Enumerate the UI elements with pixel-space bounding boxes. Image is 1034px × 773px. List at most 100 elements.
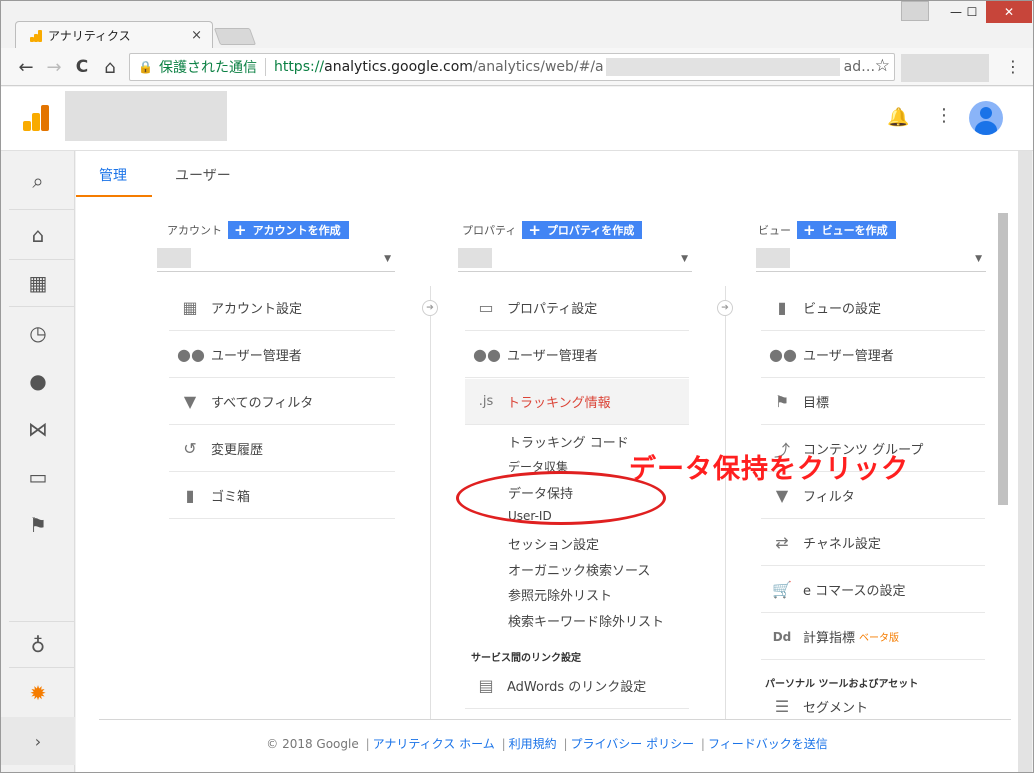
footer-link-analytics-home[interactable]: アナリティクス ホーム <box>373 737 495 751</box>
reload-icon[interactable]: C <box>71 56 93 78</box>
tab-admin[interactable]: 管理 <box>99 165 127 185</box>
tab-close-icon[interactable]: × <box>191 28 202 43</box>
browser-menu-icon[interactable]: ⋮ <box>1005 57 1021 76</box>
audience-person-icon[interactable]: ● <box>1 359 75 403</box>
tracking-subitem-4[interactable]: セッション設定 <box>508 534 599 553</box>
view-item-2-label: 目標 <box>803 396 830 411</box>
link-item-0[interactable]: ▤ AdWords のリンク設定 <box>465 663 689 709</box>
nav-divider <box>9 306 75 307</box>
home-icon[interactable]: ⌂ <box>99 56 121 78</box>
analytics-logo-icon[interactable] <box>23 105 49 131</box>
view-item-segments[interactable]: ☰ セグメント <box>761 691 985 721</box>
view-item-7[interactable]: Dd 計算指標 ベータ版 <box>761 614 985 660</box>
account-item-3[interactable]: ↺ 変更履歴 <box>169 426 395 472</box>
tab-users[interactable]: ユーザー <box>175 165 231 185</box>
maximize-button[interactable]: ☐ <box>955 1 989 23</box>
search-icon[interactable]: ⌕ <box>1 159 75 203</box>
acquisition-icon[interactable]: ⋈ <box>1 407 75 451</box>
nav-divider <box>9 209 75 210</box>
scrollbar-thumb[interactable] <box>998 213 1008 505</box>
create-property-button[interactable]: + プロパティを作成 <box>522 221 643 239</box>
create-account-button[interactable]: + アカウントを作成 <box>228 221 349 239</box>
tracking-subitem-5[interactable]: オーガニック検索ソース <box>508 560 650 579</box>
view-item-6-icon: 🛒 <box>772 580 792 599</box>
scrollbar-track[interactable] <box>1018 151 1032 772</box>
admin-gear-icon[interactable]: ✹ <box>1 671 75 715</box>
footer-link-privacy[interactable]: プライバシー ポリシー <box>571 737 695 751</box>
url-tail: ad… <box>843 59 876 75</box>
footer-divider <box>99 719 1011 720</box>
view-item-4-label: フィルタ <box>803 490 855 505</box>
property-item-1[interactable]: ●● ユーザー管理者 <box>465 332 689 378</box>
notifications-bell-icon[interactable]: 🔔 <box>887 107 909 128</box>
footer: © 2018 Google | アナリティクス ホーム | 利用規約 | プライバシー… <box>266 737 828 751</box>
view-picker[interactable]: ▼ <box>756 248 986 272</box>
tracking-subitem-7[interactable]: 検索キーワード除外リスト <box>508 611 664 630</box>
tracking-subitem-6[interactable]: 参照元除外リスト <box>508 585 612 604</box>
address-bar[interactable]: 🔒 保護された通信 https:// analytics.google.com … <box>129 53 895 81</box>
conversions-flag-icon[interactable]: ⚑ <box>1 503 75 547</box>
avatar[interactable] <box>969 101 1003 135</box>
account-item-1-icon: ●● <box>177 345 205 364</box>
account-item-4-label: ゴミ箱 <box>211 490 251 505</box>
active-tab-underline <box>76 195 152 197</box>
account-item-2[interactable]: ▼ すべてのフィルタ <box>169 379 395 425</box>
nav-divider <box>9 667 75 668</box>
expand-nav-icon[interactable]: › <box>1 717 75 765</box>
account-item-1-label: ユーザー管理者 <box>211 349 302 364</box>
discover-lightbulb-icon[interactable]: ♁ <box>1 623 75 667</box>
chevron-down-icon: ▼ <box>384 254 391 264</box>
admin-tabs: 管理 ユーザー <box>76 151 1018 197</box>
view-item-7-icon: Dd <box>772 629 792 644</box>
property-item-1-label: ユーザー管理者 <box>507 349 598 364</box>
account-selector[interactable] <box>65 91 227 141</box>
realtime-clock-icon[interactable]: ◷ <box>1 311 75 355</box>
view-item-1[interactable]: ●● ユーザー管理者 <box>761 332 985 378</box>
tracking-subitem-0[interactable]: トラッキング コード <box>508 432 629 451</box>
behavior-icon[interactable]: ▭ <box>1 455 75 499</box>
profile-button[interactable] <box>901 1 929 21</box>
account-item-0-icon: ▦ <box>182 298 198 317</box>
footer-link-terms[interactable]: 利用規約 <box>509 737 557 751</box>
property-item-2-label: トラッキング情報 <box>507 396 611 411</box>
property-item-0[interactable]: ▭ プロパティ設定 <box>465 285 689 331</box>
customization-icon[interactable]: ▦ <box>1 261 75 305</box>
forward-icon[interactable]: → <box>43 56 65 78</box>
view-item-6[interactable]: 🛒 e コマースの設定 <box>761 567 985 613</box>
column-divider <box>725 286 726 720</box>
browser-tab[interactable]: アナリティクス × <box>15 21 213 49</box>
account-item-4[interactable]: ▮ ゴミ箱 <box>169 473 395 519</box>
link-item-0-icon: ▤ <box>478 676 494 695</box>
view-item-5[interactable]: ⇄ チャネル設定 <box>761 520 985 566</box>
account-item-1[interactable]: ●● ユーザー管理者 <box>169 332 395 378</box>
new-tab-button[interactable] <box>213 28 257 45</box>
nav-divider <box>9 259 75 260</box>
create-view-button[interactable]: + ビューを作成 <box>797 221 896 239</box>
bookmark-star-icon[interactable]: ☆ <box>875 56 890 76</box>
account-picker[interactable]: ▼ <box>157 248 395 272</box>
property-item-2-icon: .js <box>478 394 494 409</box>
home-nav-icon[interactable]: ⌂ <box>1 213 75 257</box>
extensions-area[interactable] <box>901 54 989 82</box>
view-item-4-icon: ▼ <box>775 486 789 505</box>
account-item-3-icon: ↺ <box>183 439 197 458</box>
account-column-header: アカウント + アカウントを作成 <box>167 221 349 239</box>
chevron-down-icon: ▼ <box>975 254 982 264</box>
footer-link-feedback[interactable]: フィードバックを送信 <box>708 737 828 751</box>
property-item-2[interactable]: .js トラッキング情報 <box>465 379 689 425</box>
cross-service-section-title: サービス間のリンク設定 <box>471 653 581 664</box>
account-item-0[interactable]: ▦ アカウント設定 <box>169 285 395 331</box>
annotation-text: データ保持をクリック <box>629 454 909 485</box>
chevron-down-icon: ▼ <box>681 254 688 264</box>
property-picker[interactable]: ▼ <box>458 248 692 272</box>
more-options-icon[interactable]: ⋮ <box>935 105 953 126</box>
close-window-button[interactable]: ✕ <box>986 1 1032 23</box>
view-item-0[interactable]: ▮ ビューの設定 <box>761 285 985 331</box>
property-item-0-icon: ▭ <box>478 298 494 317</box>
link-item-0-label: AdWords のリンク設定 <box>507 680 647 695</box>
segment-icon: ☰ <box>774 696 790 716</box>
property-item-1-icon: ●● <box>473 345 501 364</box>
back-icon[interactable]: ← <box>15 56 37 78</box>
view-item-2[interactable]: ⚑ 目標 <box>761 379 985 425</box>
view-item-7-label: 計算指標 <box>803 631 856 646</box>
